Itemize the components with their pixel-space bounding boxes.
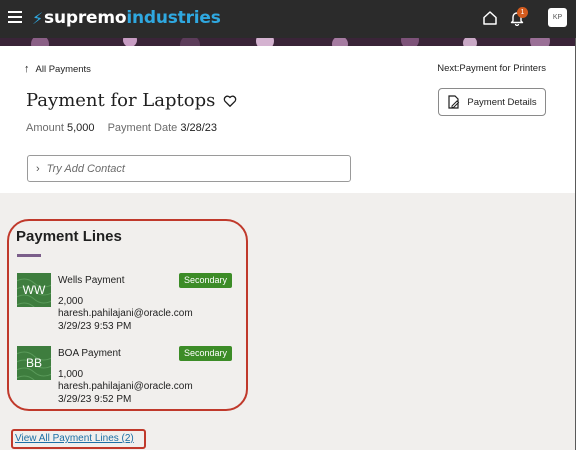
list-item[interactable]: WW Wells Payment Secondary 2,000 haresh.… bbox=[17, 273, 233, 335]
add-contact-placeholder: Try Add Contact bbox=[46, 162, 125, 175]
chevron-right-icon: › bbox=[36, 162, 40, 175]
payment-initials: BB bbox=[25, 356, 42, 370]
logo-text-secondary: industries bbox=[126, 8, 221, 28]
heading-underline bbox=[17, 254, 41, 257]
payment-timestamp: 3/29/23 9:52 PM bbox=[58, 394, 132, 405]
payment-initials: WW bbox=[22, 283, 46, 297]
payment-lines-heading: Payment Lines bbox=[16, 228, 122, 245]
status-badge: Secondary bbox=[179, 273, 233, 288]
status-badge: Secondary bbox=[179, 346, 233, 361]
app-header: ⚡ supremo industries 1 KP bbox=[0, 0, 576, 38]
heart-icon[interactable] bbox=[223, 94, 237, 108]
home-icon[interactable] bbox=[482, 10, 498, 26]
record-title-text: Payment for Laptops bbox=[26, 90, 216, 111]
list-item[interactable]: BB BOA Payment Secondary 1,000 haresh.pa… bbox=[17, 346, 233, 408]
page-title: Payment for Laptops bbox=[26, 90, 237, 111]
payment-thumbnail: BB bbox=[17, 346, 51, 380]
payment-thumbnail: WW bbox=[17, 273, 51, 307]
add-contact-field[interactable]: › Try Add Contact bbox=[27, 155, 351, 182]
payment-amount: 1,000 bbox=[58, 369, 84, 380]
payment-name: BOA Payment bbox=[58, 348, 121, 359]
payment-details-label: Payment Details bbox=[467, 96, 537, 108]
payment-details-button[interactable]: Payment Details bbox=[438, 88, 546, 116]
hamburger-icon[interactable] bbox=[8, 11, 22, 23]
payment-name: Wells Payment bbox=[58, 275, 125, 286]
notification-badge: 1 bbox=[517, 7, 528, 18]
document-edit-icon bbox=[448, 95, 460, 109]
payment-email: haresh.pahilajani@oracle.com bbox=[58, 308, 193, 319]
header-banner bbox=[0, 38, 576, 46]
user-avatar[interactable]: KP bbox=[548, 8, 567, 27]
app-logo[interactable]: ⚡ supremo industries bbox=[32, 8, 221, 28]
view-all-payment-lines-link[interactable]: View All Payment Lines (2) bbox=[15, 433, 134, 444]
arrow-up-icon: ↑ bbox=[24, 63, 30, 75]
payment-date-label: Payment Date bbox=[107, 122, 178, 134]
record-header-panel: ↑ All Payments Next:Payment for Printers… bbox=[0, 46, 576, 193]
logo-text-primary: supremo bbox=[44, 8, 127, 28]
payment-date-value: 3/28/23 bbox=[180, 122, 218, 134]
record-meta: Amount 5,000 Payment Date 3/28/23 bbox=[26, 122, 217, 134]
payment-timestamp: 3/29/23 9:53 PM bbox=[58, 321, 132, 332]
bolt-icon: ⚡ bbox=[32, 8, 44, 28]
payment-email: haresh.pahilajani@oracle.com bbox=[58, 381, 193, 392]
back-to-all-payments-link[interactable]: ↑ All Payments bbox=[24, 63, 91, 75]
back-link-label: All Payments bbox=[35, 63, 91, 75]
amount-value: 5,000 bbox=[66, 122, 95, 134]
amount-label: Amount bbox=[26, 122, 64, 134]
next-record-link[interactable]: Next:Payment for Printers bbox=[437, 63, 546, 74]
payment-amount: 2,000 bbox=[58, 296, 84, 307]
